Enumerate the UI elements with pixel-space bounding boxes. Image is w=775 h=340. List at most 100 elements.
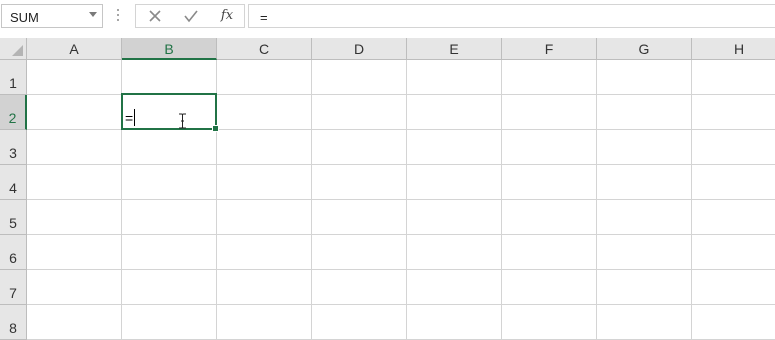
insert-function-button[interactable]: fx bbox=[216, 7, 238, 25]
cell-c1[interactable] bbox=[217, 60, 312, 95]
row-header-label: 6 bbox=[9, 250, 17, 266]
cell-h3[interactable] bbox=[692, 130, 775, 165]
column-header-b[interactable]: B bbox=[122, 38, 217, 60]
cell-e3[interactable] bbox=[407, 130, 502, 165]
cell-a7[interactable] bbox=[27, 270, 122, 305]
cell-d8[interactable] bbox=[312, 305, 407, 340]
cell-e5[interactable] bbox=[407, 200, 502, 235]
column-header-h[interactable]: H bbox=[692, 38, 775, 60]
cell-b3[interactable] bbox=[122, 130, 217, 165]
cell-d3[interactable] bbox=[312, 130, 407, 165]
row-header-7[interactable]: 7 bbox=[0, 270, 27, 305]
cell-c8[interactable] bbox=[217, 305, 312, 340]
cell-e7[interactable] bbox=[407, 270, 502, 305]
cell-e1[interactable] bbox=[407, 60, 502, 95]
formula-input[interactable]: = bbox=[248, 4, 775, 28]
cell-c2[interactable] bbox=[217, 95, 312, 130]
cell-d4[interactable] bbox=[312, 165, 407, 200]
cell-h5[interactable] bbox=[692, 200, 775, 235]
cell-d6[interactable] bbox=[312, 235, 407, 270]
cell-e8[interactable] bbox=[407, 305, 502, 340]
spreadsheet-grid: ABCDEFGH 1 2 3 4 5 6 7 8 = bbox=[0, 38, 775, 340]
column-header-e[interactable]: E bbox=[407, 38, 502, 60]
drag-handle-icon[interactable] bbox=[117, 9, 120, 23]
row-header-label: 7 bbox=[9, 285, 17, 301]
text-caret bbox=[134, 109, 135, 126]
row-header-label: 8 bbox=[9, 320, 17, 336]
cell-d2[interactable] bbox=[312, 95, 407, 130]
check-icon[interactable] bbox=[180, 7, 202, 25]
cell-e2[interactable] bbox=[407, 95, 502, 130]
cell-a4[interactable] bbox=[27, 165, 122, 200]
column-header-f[interactable]: F bbox=[502, 38, 597, 60]
cell-b5[interactable] bbox=[122, 200, 217, 235]
formula-buttons: fx bbox=[135, 4, 245, 28]
cell-g3[interactable] bbox=[597, 130, 692, 165]
cell-g2[interactable] bbox=[597, 95, 692, 130]
cell-b6[interactable] bbox=[122, 235, 217, 270]
cell-c5[interactable] bbox=[217, 200, 312, 235]
cell-b1[interactable] bbox=[122, 60, 217, 95]
cell-g8[interactable] bbox=[597, 305, 692, 340]
function-label: fx bbox=[220, 8, 234, 23]
active-cell[interactable]: = bbox=[121, 93, 219, 132]
cell-g6[interactable] bbox=[597, 235, 692, 270]
active-cell-value: = bbox=[125, 110, 134, 126]
row-header-4[interactable]: 4 bbox=[0, 165, 27, 200]
cell-h4[interactable] bbox=[692, 165, 775, 200]
cell-f8[interactable] bbox=[502, 305, 597, 340]
column-header-g[interactable]: G bbox=[597, 38, 692, 60]
fill-handle[interactable] bbox=[212, 125, 219, 132]
cell-f5[interactable] bbox=[502, 200, 597, 235]
cell-e6[interactable] bbox=[407, 235, 502, 270]
cell-f1[interactable] bbox=[502, 60, 597, 95]
cell-h1[interactable] bbox=[692, 60, 775, 95]
cell-g7[interactable] bbox=[597, 270, 692, 305]
row-header-1[interactable]: 1 bbox=[0, 60, 27, 95]
cell-c6[interactable] bbox=[217, 235, 312, 270]
cell-h7[interactable] bbox=[692, 270, 775, 305]
cell-g4[interactable] bbox=[597, 165, 692, 200]
row-header-3[interactable]: 3 bbox=[0, 130, 27, 165]
row-header-label: 3 bbox=[9, 145, 17, 161]
chevron-down-icon[interactable] bbox=[89, 12, 97, 17]
cell-a8[interactable] bbox=[27, 305, 122, 340]
row-header-6[interactable]: 6 bbox=[0, 235, 27, 270]
cell-d1[interactable] bbox=[312, 60, 407, 95]
cell-e4[interactable] bbox=[407, 165, 502, 200]
cell-h2[interactable] bbox=[692, 95, 775, 130]
column-header-d[interactable]: D bbox=[312, 38, 407, 60]
cell-f2[interactable] bbox=[502, 95, 597, 130]
cell-b8[interactable] bbox=[122, 305, 217, 340]
cell-h8[interactable] bbox=[692, 305, 775, 340]
column-header-c[interactable]: C bbox=[217, 38, 312, 60]
cell-f3[interactable] bbox=[502, 130, 597, 165]
cell-g5[interactable] bbox=[597, 200, 692, 235]
cell-c3[interactable] bbox=[217, 130, 312, 165]
cell-a6[interactable] bbox=[27, 235, 122, 270]
row-header-8[interactable]: 8 bbox=[0, 305, 27, 340]
cell-d7[interactable] bbox=[312, 270, 407, 305]
cell-f4[interactable] bbox=[502, 165, 597, 200]
cell-c4[interactable] bbox=[217, 165, 312, 200]
name-box[interactable]: SUM bbox=[1, 4, 103, 28]
cell-b7[interactable] bbox=[122, 270, 217, 305]
row-header-5[interactable]: 5 bbox=[0, 200, 27, 235]
cell-a5[interactable] bbox=[27, 200, 122, 235]
cell-c7[interactable] bbox=[217, 270, 312, 305]
cell-a1[interactable] bbox=[27, 60, 122, 95]
cell-b4[interactable] bbox=[122, 165, 217, 200]
cell-a3[interactable] bbox=[27, 130, 122, 165]
name-box-value: SUM bbox=[10, 10, 39, 25]
column-header-a[interactable]: A bbox=[27, 38, 122, 60]
cell-g1[interactable] bbox=[597, 60, 692, 95]
cell-f6[interactable] bbox=[502, 235, 597, 270]
cell-a2[interactable] bbox=[27, 95, 122, 130]
cell-h6[interactable] bbox=[692, 235, 775, 270]
close-icon[interactable] bbox=[144, 7, 166, 25]
row-header-2[interactable]: 2 bbox=[0, 95, 27, 130]
cell-f7[interactable] bbox=[502, 270, 597, 305]
ibeam-cursor-icon bbox=[179, 113, 186, 129]
cell-d5[interactable] bbox=[312, 200, 407, 235]
select-all-button[interactable] bbox=[0, 38, 27, 60]
